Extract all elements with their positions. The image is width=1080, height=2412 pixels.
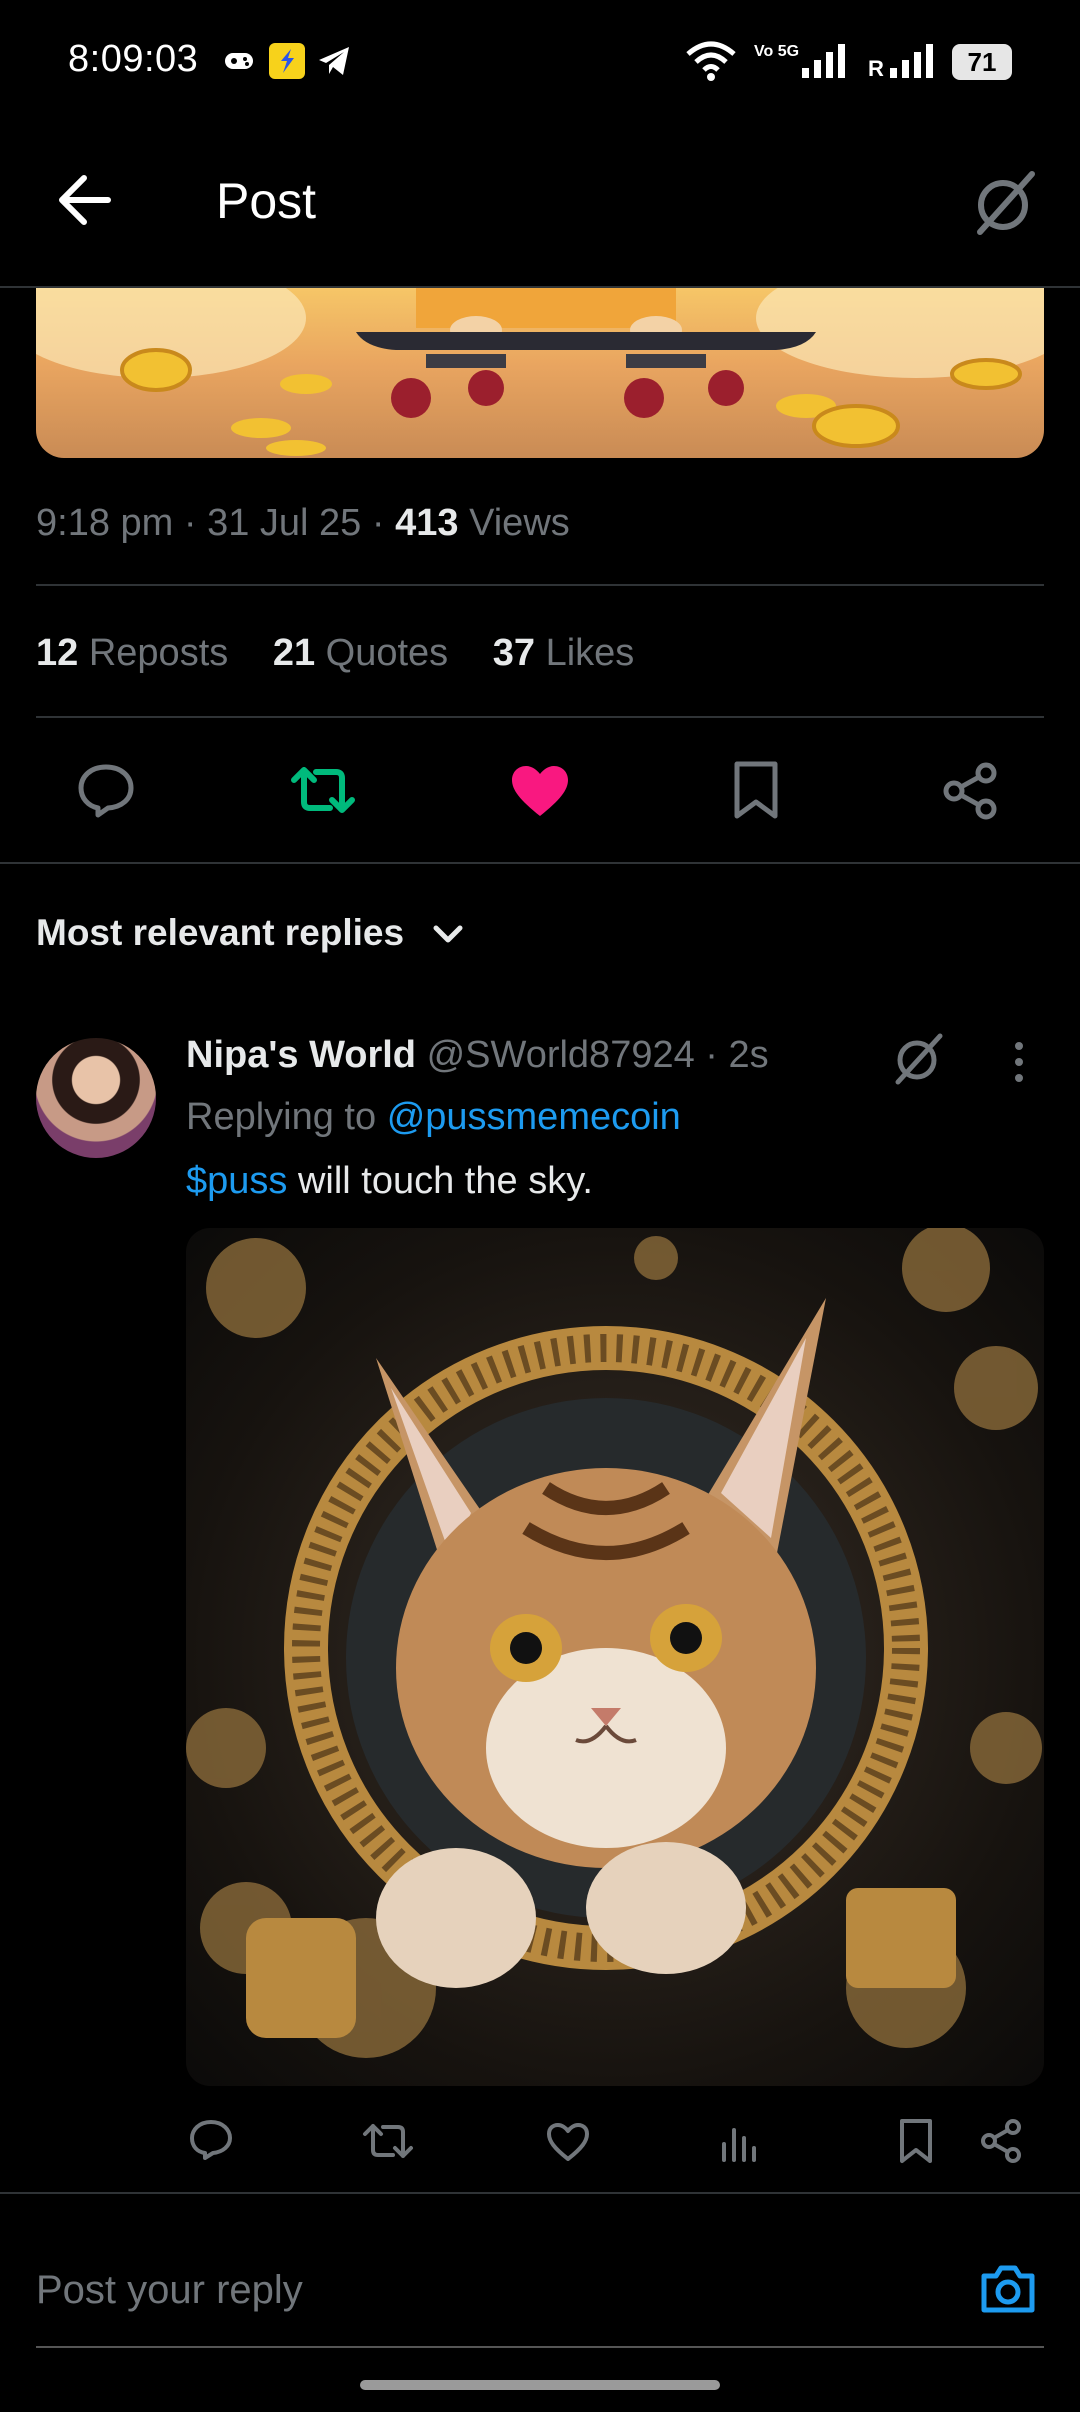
avatar[interactable] (36, 1038, 156, 1158)
bookmark-icon (900, 2119, 932, 2163)
likes-label: Likes (545, 632, 635, 674)
reply-views-button[interactable] (720, 2122, 758, 2162)
views-label: Views (469, 502, 570, 544)
post-stats: 12 Reposts 21 Quotes 37 Likes (36, 632, 634, 675)
heart-icon (547, 2123, 589, 2161)
cashtag-link[interactable]: $puss (186, 1160, 287, 1202)
telegram-icon (316, 44, 352, 78)
replies-sort-label: Most relevant replies (36, 912, 405, 953)
reply-icon (190, 2120, 232, 2160)
meta-separator: · (694, 1034, 729, 1076)
reply-text: $puss will touch the sky. (186, 1160, 593, 1203)
back-button[interactable] (54, 172, 114, 228)
analytics-icon (722, 2128, 756, 2162)
heart-filled-icon (512, 766, 568, 816)
divider (0, 2192, 1080, 2194)
quotes-count: 21 (272, 632, 316, 674)
likes-count: 37 (492, 632, 536, 674)
home-indicator[interactable] (360, 2380, 720, 2390)
more-options-button[interactable] (1010, 1040, 1028, 1084)
wifi-icon (684, 40, 738, 82)
reply-author[interactable]: Nipa's World @SWorld87924 · 2s (186, 1034, 769, 1077)
like-button[interactable] (510, 764, 570, 818)
divider (36, 716, 1044, 718)
post-date: 31 Jul 25 (207, 502, 362, 544)
grok-icon (977, 171, 1035, 235)
bookmark-icon (734, 761, 778, 819)
signal-icon (800, 42, 852, 80)
reply-image[interactable] (186, 1228, 1044, 2086)
divider (0, 862, 1080, 864)
repost-icon (291, 767, 355, 813)
more-vertical-icon (1015, 1042, 1023, 1082)
divider (36, 584, 1044, 586)
reply-share-button[interactable] (980, 2118, 1024, 2164)
replying-to: Replying to @pussmemecoin (186, 1096, 681, 1139)
network-label: Vo 5G (754, 43, 800, 60)
reply-handle: @SWorld87924 (426, 1034, 695, 1076)
reposts-label: Reposts (88, 632, 229, 674)
reposts-count: 12 (36, 632, 79, 674)
roaming-label: R (868, 56, 884, 81)
flipkart-icon (268, 42, 306, 80)
share-icon (981, 2119, 1021, 2163)
meta-separator: · (371, 502, 396, 544)
share-icon (943, 762, 997, 820)
camera-button[interactable] (978, 2262, 1038, 2316)
meta-separator: · (183, 502, 208, 544)
post-image[interactable] (36, 288, 1044, 458)
reply-reply-button[interactable] (188, 2118, 234, 2162)
reposts-stat[interactable]: 12 Reposts (36, 632, 228, 674)
game-controller-icon (222, 44, 256, 78)
share-button[interactable] (942, 762, 1000, 820)
views-count: 413 (395, 502, 459, 544)
grok-reply-button[interactable] (892, 1030, 946, 1086)
page-title: Post (216, 173, 317, 229)
replying-to-link[interactable]: @pussmemecoin (387, 1096, 681, 1138)
battery-indicator: 71 (952, 44, 1012, 80)
reply-body: will touch the sky. (287, 1160, 593, 1202)
likes-stat[interactable]: 37 Likes (493, 632, 635, 674)
reply-icon (78, 764, 134, 818)
post-time: 9:18 pm (36, 502, 174, 544)
composer-underline (36, 2346, 1044, 2348)
status-time: 8:09:03 (68, 38, 199, 80)
reply-bookmark-button[interactable] (898, 2118, 934, 2164)
post-meta: 9:18 pm · 31 Jul 25 · 413 Views (36, 502, 570, 545)
back-arrow-icon (59, 175, 111, 225)
chevron-down-icon[interactable] (432, 922, 464, 946)
grok-button[interactable] (972, 168, 1038, 238)
grok-icon (895, 1033, 943, 1085)
quotes-label: Quotes (325, 632, 449, 674)
reply-button[interactable] (76, 762, 136, 818)
quotes-stat[interactable]: 21 Quotes (273, 632, 448, 674)
reply-display-name: Nipa's World (186, 1034, 417, 1076)
repost-button[interactable] (290, 762, 356, 818)
signal-roaming-icon (888, 42, 940, 80)
reply-repost-button[interactable] (362, 2120, 414, 2162)
bookmark-button[interactable] (732, 760, 780, 820)
reply-like-button[interactable] (546, 2122, 590, 2162)
replies-sort-dropdown[interactable]: Most relevant replies (36, 912, 404, 954)
repost-icon (363, 2124, 413, 2158)
camera-icon (981, 2265, 1035, 2313)
replying-prefix: Replying to (186, 1096, 377, 1138)
reply-age: 2s (728, 1034, 769, 1076)
reply-input[interactable]: Post your reply (36, 2268, 303, 2313)
